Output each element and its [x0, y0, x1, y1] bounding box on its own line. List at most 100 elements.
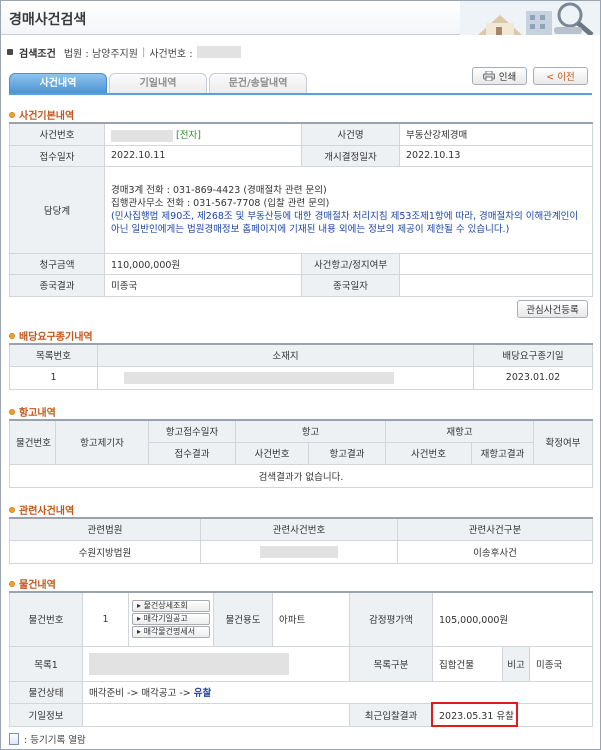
note-value: 미종국 [528, 645, 594, 682]
list-number-header: 목록번호 [9, 343, 98, 367]
title-bar: 경매사건검색 [1, 1, 600, 35]
info-restriction-note: (민사집행법 제90조, 제268조 및 부동산등에 대한 경매절차 처리지침 … [111, 210, 579, 235]
redacted-address [124, 371, 394, 384]
list-number-cell: 1 [9, 365, 98, 390]
search-condition-label: 검색조건 [19, 48, 56, 60]
recent-result-highlight-box [431, 702, 518, 727]
dividend-date-header: 배당요구종기일 [473, 343, 593, 367]
case-name-header: 사건명 [301, 122, 400, 146]
location-cell [97, 365, 474, 390]
tab-schedule[interactable]: 기일내역 [109, 73, 207, 93]
section-related: 관련사건내역 [9, 502, 74, 517]
print-label: 인쇄 [498, 72, 517, 83]
case-number-header: 사건번호 [9, 122, 105, 146]
dividend-table: 목록번호 소재지 배당요구종기일 1 2023.01.02 [9, 343, 593, 390]
appeal-status-value [399, 252, 593, 275]
confirmed-header: 확정여부 [533, 419, 594, 465]
related-case-table: 관련법원 관련사건번호 관련사건구분 수원지방법원 이송후사건 [9, 517, 593, 564]
tab-bar: 사건내역 기일내역 문건/송달내역 [9, 73, 309, 93]
section-title: 사건기본내역 [19, 111, 75, 122]
section-case-basic: 사건기본내역 [9, 107, 74, 122]
category-header: 목록구분 [349, 645, 433, 682]
date-info-header: 기일정보 [9, 702, 83, 727]
recent-result-header: 최근입찰결과 [349, 702, 433, 727]
redacted-case-number [260, 545, 338, 558]
sale-spec-button[interactable]: ▸ 매각물건명세서 [132, 626, 210, 639]
back-button[interactable]: < 이전 [533, 67, 588, 85]
favorite-case-button[interactable]: 관심사건등록 [517, 300, 588, 318]
electronic-badge: [전자] [176, 130, 201, 141]
related-case-number-header: 관련사건번호 [200, 517, 398, 541]
item-detail-label: 물건상세조회 [143, 601, 188, 611]
case-search-page: 경매사건검색 검색조건 법원 : 남양주지원 | 사건번호 : 사건내역 기일내… [0, 0, 601, 750]
case-number-cell: [전자] [104, 122, 302, 146]
status-flow: 매각준비 -> 매각공고 -> [89, 688, 194, 699]
item-detail-button[interactable]: ▸ 물건상세조회 [132, 600, 210, 613]
claim-header: 청구금액 [9, 252, 105, 275]
empty-result-message: 검색결과가 없습니다. [8, 463, 594, 488]
print-button[interactable]: 인쇄 [472, 67, 527, 85]
claim-value: 110,000,000원 [104, 252, 302, 275]
page-title: 경매사건검색 [9, 12, 87, 28]
manager-phone: 경매3계 전화 : 031-869-4423 (경매절차 관련 문의) [111, 184, 327, 196]
section-bullet-icon [9, 580, 15, 587]
court-label: 법원 : 남양주지원 [63, 48, 138, 60]
appeal-result-header: 항고결과 [307, 441, 387, 465]
section-title: 물건내역 [19, 580, 56, 591]
appellant-header: 항고제기자 [55, 419, 149, 465]
tab-documents[interactable]: 문건/송달내역 [209, 73, 307, 93]
separator: | [141, 46, 146, 58]
related-case-type-header: 관련사건구분 [397, 517, 593, 541]
appeal-status-header: 사건항고/정지여부 [301, 252, 400, 275]
location-header: 소재지 [97, 343, 474, 367]
document-icon [9, 733, 19, 745]
list-header: 목록1 [9, 645, 83, 682]
item-number-value: 1 [82, 591, 129, 647]
manager-cell: 경매3계 전화 : 031-869-4423 (경매절차 관련 문의) 집행관사… [104, 165, 593, 254]
section-appeal: 항고내역 [9, 404, 56, 419]
sale-notice-button[interactable]: ▸ 매각기일공고 [132, 613, 210, 626]
start-date-header: 개시결정일자 [301, 144, 400, 167]
final-result-value: 미종국 [104, 273, 302, 297]
appeal-accept-date-header: 항고접수일자 [148, 419, 236, 443]
section-bullet-icon [9, 111, 15, 118]
related-court-cell: 수원지방법원 [9, 539, 201, 564]
list-value [82, 645, 350, 682]
dividend-date-cell: 2023.01.02 [473, 365, 593, 390]
redacted-case-number [111, 129, 173, 142]
final-date-header: 종국일자 [301, 273, 400, 297]
appraisal-value: 105,000,000원 [431, 591, 594, 647]
search-condition-bar: 검색조건 법원 : 남양주지원 | 사건번호 : [7, 45, 241, 60]
related-court-header: 관련법원 [9, 517, 201, 541]
section-title: 관련사건내역 [19, 506, 75, 517]
reappeal-case-number-header: 사건번호 [385, 441, 473, 465]
status-final: 유찰 [193, 688, 212, 699]
registry-view-label: : 등기기록 열람 [24, 735, 86, 746]
appeal-table: 물건번호 항고제기자 항고접수일자 항고 재항고 확정여부 접수결과 사건번호 … [8, 419, 594, 488]
section-title: 항고내역 [19, 408, 56, 419]
reappeal-result-header: 재항고결과 [471, 441, 535, 465]
item-links-cell: ▸ 물건상세조회 ▸ 매각기일공고 ▸ 매각물건명세서 [128, 591, 214, 647]
appeal-case-number-header: 사건번호 [235, 441, 309, 465]
item-number-header: 물건번호 [9, 591, 83, 647]
appraisal-header: 감정평가액 [349, 591, 433, 647]
related-case-type-cell: 이송후사건 [397, 539, 593, 564]
redacted-case-number [196, 46, 241, 58]
section-dividend: 배당요구종기내역 [9, 328, 93, 343]
bullet-icon [7, 49, 13, 55]
sale-notice-label: 매각기일공고 [143, 614, 188, 624]
case-name-value: 부동산강제경매 [399, 122, 593, 146]
tab-underline [9, 93, 592, 95]
section-item: 물건내역 [9, 576, 56, 591]
case-number-label: 사건번호 : [149, 48, 193, 60]
section-bullet-icon [9, 408, 15, 415]
date-info-value [82, 702, 350, 727]
final-date-value [399, 273, 593, 297]
category-value: 집합건물 [432, 645, 503, 682]
header-illustration [460, 1, 600, 35]
section-bullet-icon [9, 332, 15, 339]
section-bullet-icon [9, 506, 15, 513]
tab-case-details[interactable]: 사건내역 [9, 73, 107, 93]
item-number-header: 물건번호 [9, 419, 56, 465]
printer-icon [482, 71, 495, 81]
